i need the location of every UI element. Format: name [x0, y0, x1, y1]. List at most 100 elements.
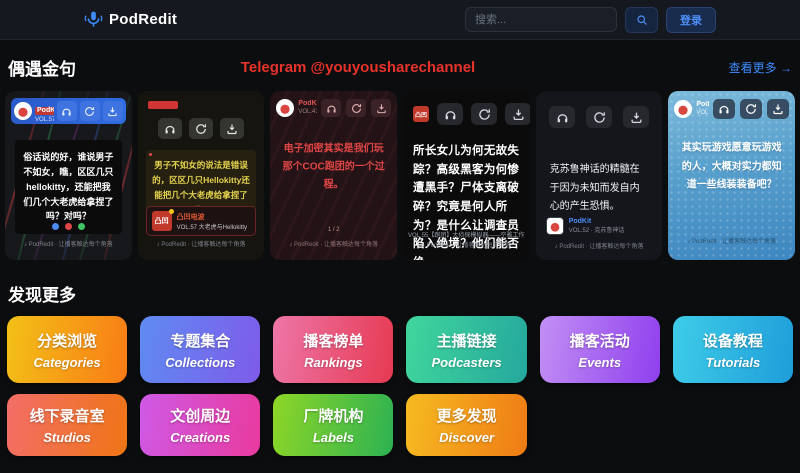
download-button[interactable]	[371, 99, 392, 117]
badge-dot	[168, 209, 174, 214]
download-button[interactable]	[102, 101, 123, 121]
quote-card-3[interactable]: PodKit VOL.41 · COC跑团 电子加密其实是我们玩那个COC跑团的…	[270, 91, 398, 260]
button-label-en: Tutorials	[705, 354, 761, 370]
refresh-icon	[351, 103, 362, 114]
discover-button-rankings[interactable]: 播客榜单 Rankings	[273, 316, 394, 383]
quote-text: 俗话说的好，谁说男子不如女，瞧，区区几只hellokitty，还能把我们几个大老…	[15, 140, 122, 235]
quote-card-1[interactable]: PodKit VOL.57 · 金句片段 俗话说的好，谁说男子不如女，瞧，区区几…	[5, 91, 132, 260]
card6-header: PodKit VOL.33 · 金句	[674, 99, 790, 119]
avatar-text: 凸凹	[415, 112, 428, 119]
button-label-en: Labels	[312, 430, 354, 445]
discover-button-labels[interactable]: 厂牌机构 Labels	[273, 394, 394, 456]
headphones-icon	[326, 103, 337, 114]
podcast-avatar	[674, 100, 693, 118]
download-button[interactable]	[623, 106, 650, 128]
button-label-en: Collections	[165, 354, 236, 370]
button-label-en: Creations	[170, 430, 231, 445]
podcast-meta: PodKit VOL.57 · 金句片段	[35, 98, 54, 124]
podcast-meta: 凸凹电波 VOL.57 大老虎与Hellokitty	[177, 212, 247, 231]
download-icon	[512, 108, 525, 121]
app-logo[interactable]: PodRedit	[84, 10, 177, 29]
discover-button-discover[interactable]: 更多发现 Discover	[406, 394, 527, 456]
refresh-button[interactable]	[189, 118, 213, 139]
discover-button-creations[interactable]: 文创周边 Creations	[140, 394, 261, 456]
card-watermark: ♪ PodRedit · 让播客触达每个角落	[687, 239, 777, 245]
quote-card-5[interactable]: 克苏鲁神话的精髓在于因为未知而发自内心的产生恐惧。 PodKit VOL.52 …	[535, 91, 663, 260]
quote-card-4[interactable]: 凸凹 凸凹电波 所长女儿为何无故失踪？高级黑客为何惨遭黑手？尸体支离破碎？究竟是…	[403, 91, 530, 260]
listen-button[interactable]	[158, 118, 182, 139]
episode-label: VOL.52 · 克苏鲁神话	[568, 228, 625, 234]
button-label-en: Discover	[439, 430, 495, 445]
discover-button-events[interactable]: 播客活动 Events	[539, 316, 660, 383]
quote-text: 克苏鲁神话的精髓在于因为未知而发自内心的产生恐惧。	[549, 164, 640, 212]
discover-button-tutorials[interactable]: 设备教程 Tutorials	[672, 316, 793, 383]
podcast-avatar: 凸凹	[413, 106, 430, 122]
podcast-name: PodKit	[35, 106, 54, 116]
card4-actions	[437, 103, 530, 125]
button-label-zh: 设备教程	[702, 332, 763, 350]
podcast-meta: PodKit VOL.52 · 克苏鲁神话	[569, 218, 625, 234]
headphones-icon	[556, 111, 569, 124]
refresh-button[interactable]	[79, 101, 100, 121]
quote-card-6[interactable]: PodKit VOL.33 · 金句 其实玩游戏愿意玩游戏的人，大概对实力都知道…	[668, 91, 796, 260]
quotes-section-bar: 偶遇金句 Telegram @youyousharechannel 查看更多 →	[0, 40, 800, 91]
discover-button-categories[interactable]: 分类浏览 Categories	[7, 316, 128, 383]
podcast-box[interactable]: 凸凹 凸凹电波 VOL.57 大老虎与Hellokitty	[145, 206, 257, 236]
button-label-zh: 厂牌机构	[303, 408, 364, 425]
listen-button[interactable]	[56, 101, 77, 121]
quote-card-2[interactable]: 男子不如女的说法是错误的，区区几只Hellokitty还能把几个大老虎给拿捏了吗…	[137, 91, 265, 260]
refresh-button[interactable]	[586, 106, 613, 128]
listen-button[interactable]	[549, 106, 576, 128]
card-watermark: ♪ PodRedit · 让播客触达每个角落	[23, 242, 113, 248]
refresh-button[interactable]	[346, 99, 367, 117]
refresh-icon	[745, 103, 757, 115]
discover-button-studios[interactable]: 线下录音室 Studios	[7, 394, 128, 456]
listen-button[interactable]	[713, 99, 736, 119]
episode-label: VOL.57 · 金句片段	[35, 117, 54, 123]
episode-label: VOL.33 · 金句	[696, 109, 709, 116]
button-label-en: Categories	[33, 354, 101, 370]
listen-button[interactable]	[321, 99, 342, 117]
view-more-link[interactable]: 查看更多 →	[517, 59, 792, 76]
card-watermark: ♪ PodRedit · 让播客触达每个角落	[289, 242, 379, 248]
discover-button-podcasters[interactable]: 主播链接 Podcasters	[406, 316, 527, 383]
quote-cards-row: PodKit VOL.57 · 金句片段 俗话说的好，谁说男子不如女，瞧，区区几…	[0, 91, 800, 260]
button-label-en: Rankings	[304, 354, 363, 370]
red-badge	[147, 101, 178, 109]
card3-header: PodKit VOL.41 · COC跑团	[276, 99, 392, 117]
download-button[interactable]	[505, 103, 530, 125]
podcast-name: 凸凹电波	[176, 213, 205, 221]
button-label-zh: 播客活动	[569, 332, 630, 350]
download-button[interactable]	[767, 99, 790, 119]
button-label-zh: 文创周边	[170, 408, 231, 425]
search-button[interactable]	[625, 6, 658, 33]
refresh-icon	[478, 108, 491, 121]
app-header: PodRedit 登录	[0, 0, 800, 40]
podcast-meta: PodKit VOL.41 · COC跑团	[298, 100, 317, 116]
download-button[interactable]	[220, 118, 244, 139]
refresh-icon	[84, 106, 95, 117]
podcast-avatar	[276, 99, 295, 117]
download-icon	[376, 103, 387, 114]
podcast-avatar	[545, 217, 564, 235]
listen-button[interactable]	[437, 103, 464, 125]
headphones-icon	[164, 123, 176, 135]
discover-grid: 分类浏览 Categories 专题集合 Collections 播客榜单 Ra…	[7, 316, 793, 456]
podcast-box[interactable]: PodKit VOL.52 · 克苏鲁神话	[545, 217, 625, 235]
pagination: 1 / 2	[327, 227, 340, 233]
card-watermark: ♪ PodRedit · 让播客触达每个角落	[156, 242, 246, 248]
quote-text: 电子加密其实是我们玩那个COC跑团的一个过程。	[282, 143, 385, 191]
podcast-meta: PodKit VOL.33 · 金句	[696, 101, 709, 117]
discover-section-title: 发现更多	[8, 286, 76, 305]
card-watermark: ♪ PodRedit · 让播客触达每个角落	[422, 243, 511, 249]
color-dots	[5, 223, 132, 230]
headphones-icon	[61, 106, 72, 117]
search-input[interactable]	[465, 7, 617, 32]
discover-button-collections[interactable]: 专题集合 Collections	[140, 316, 261, 383]
login-button[interactable]: 登录	[666, 6, 716, 33]
refresh-button[interactable]	[740, 99, 763, 119]
dot-blue	[51, 223, 59, 230]
headphones-icon	[718, 103, 730, 115]
button-label-zh: 主播链接	[436, 332, 497, 350]
refresh-button[interactable]	[471, 103, 498, 125]
